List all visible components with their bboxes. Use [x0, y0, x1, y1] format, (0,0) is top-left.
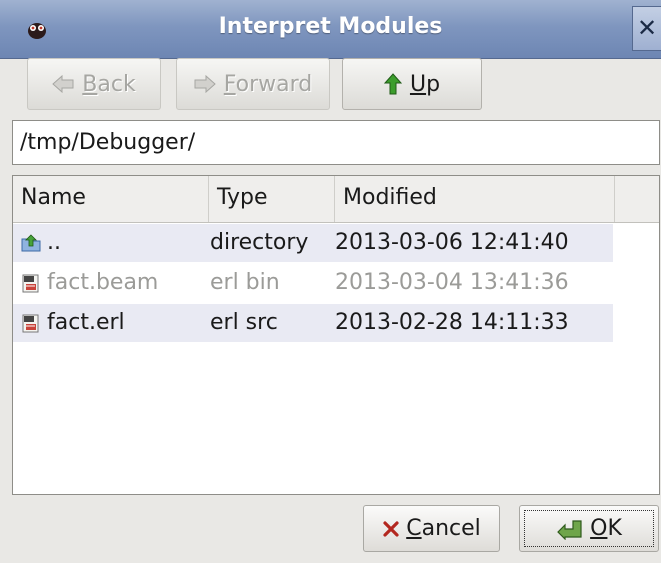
row-modified: 2013-02-28 14:11:33 — [335, 310, 569, 335]
ok-arrow-icon — [557, 519, 582, 540]
row-type: erl src — [210, 310, 278, 335]
file-list[interactable]: Name Type Modified .. directory 2013-03-… — [12, 175, 660, 495]
row-name: fact.erl — [47, 310, 125, 335]
title-bar[interactable]: Interpret Modules ✕ — [0, 0, 661, 59]
cancel-label: Cancel — [406, 516, 481, 541]
up-button[interactable]: Up — [342, 58, 482, 110]
forward-label: Forward — [223, 71, 313, 97]
arrow-up-icon — [383, 73, 402, 95]
ok-button[interactable]: OK — [519, 505, 659, 552]
row-modified: 2013-03-06 12:41:40 — [335, 230, 569, 255]
folder-up-icon — [21, 234, 41, 252]
row-name: fact.beam — [47, 270, 159, 295]
column-header-name[interactable]: Name — [13, 176, 209, 222]
close-button[interactable]: ✕ — [632, 6, 661, 51]
back-button[interactable]: Back — [27, 58, 161, 110]
arrow-right-icon — [194, 75, 216, 93]
row-name: .. — [47, 230, 61, 255]
up-label: Up — [409, 71, 441, 97]
list-item[interactable]: .. directory 2013-03-06 12:41:40 — [13, 224, 613, 262]
erl-file-icon — [22, 314, 39, 333]
close-icon: ✕ — [636, 14, 658, 42]
list-item[interactable]: fact.erl erl src 2013-02-28 14:11:33 — [13, 304, 613, 342]
list-header: Name Type Modified — [13, 176, 659, 223]
window-title: Interpret Modules — [218, 14, 443, 39]
column-header-modified[interactable]: Modified — [335, 176, 615, 222]
cancel-button[interactable]: Cancel — [363, 505, 500, 552]
back-label: Back — [82, 71, 136, 97]
path-field[interactable]: /tmp/Debugger/ — [12, 120, 660, 165]
list-item[interactable]: fact.beam erl bin 2013-03-04 13:41:36 — [13, 264, 613, 302]
arrow-left-icon — [52, 75, 74, 93]
row-modified: 2013-03-04 13:41:36 — [335, 270, 569, 295]
path-value: /tmp/Debugger/ — [20, 130, 196, 155]
row-type: erl bin — [210, 270, 280, 295]
forward-button[interactable]: Forward — [176, 58, 330, 110]
ok-label: OK — [590, 516, 622, 541]
row-type: directory — [210, 230, 309, 255]
erl-file-icon — [22, 274, 39, 293]
cancel-x-icon — [383, 520, 399, 537]
column-header-type[interactable]: Type — [209, 176, 335, 222]
